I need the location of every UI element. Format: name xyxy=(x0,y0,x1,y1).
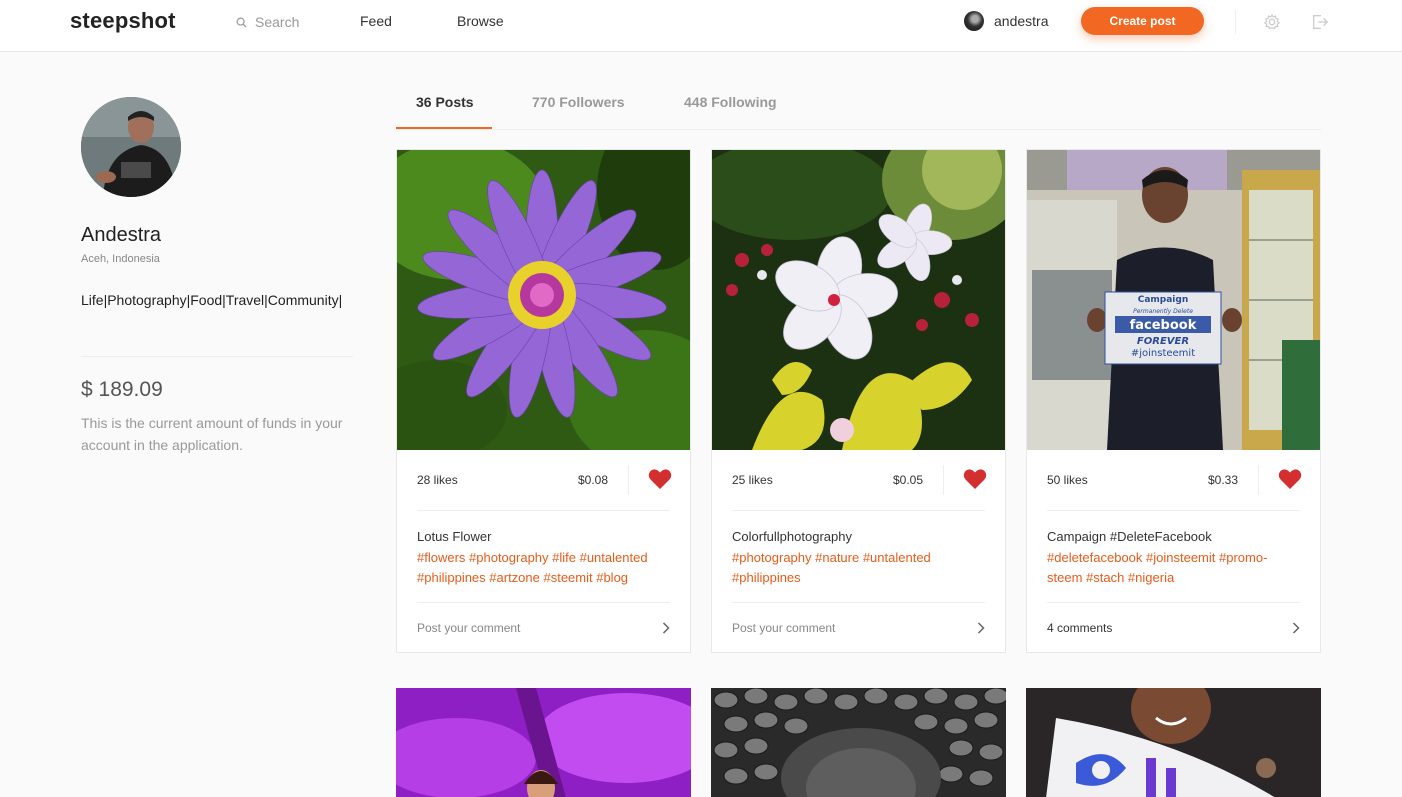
card-divider xyxy=(732,510,985,511)
tabs-divider xyxy=(396,129,1321,130)
post-image[interactable] xyxy=(711,688,1006,797)
post-image[interactable] xyxy=(397,150,690,450)
post-card: Campaign Permanently Delete facebook FOR… xyxy=(1026,149,1321,653)
post-image[interactable]: Campaign Permanently Delete facebook FOR… xyxy=(1027,150,1320,450)
app-logo[interactable]: steepshot xyxy=(70,8,176,34)
sign-line-5: #joinsteemit xyxy=(1131,348,1195,359)
nav-browse[interactable]: Browse xyxy=(457,13,504,29)
post-payout: $0.33 xyxy=(1207,473,1238,487)
sign-line-1: Campaign xyxy=(1138,295,1189,305)
card-divider xyxy=(732,602,985,603)
likes-count[interactable]: 25 likes xyxy=(732,473,773,487)
sign-line-2: Permanently Delete xyxy=(1133,308,1193,315)
comment-link[interactable]: Post your comment xyxy=(417,621,520,635)
logout-icon[interactable] xyxy=(1311,13,1329,31)
search-placeholder: Search xyxy=(255,14,300,30)
tab-posts[interactable]: 36 Posts xyxy=(416,94,474,110)
nav-feed[interactable]: Feed xyxy=(360,13,392,29)
search-icon xyxy=(236,17,247,28)
post-image[interactable] xyxy=(1026,688,1321,797)
profile-avatar xyxy=(81,97,181,197)
comment-link[interactable]: 4 comments xyxy=(1047,621,1112,635)
profile-bio: Life|Photography|Food|Travel|Community| xyxy=(81,292,343,308)
likes-count[interactable]: 50 likes xyxy=(1047,473,1088,487)
post-payout: $0.05 xyxy=(892,473,923,487)
wallet-balance: $ 189.09 xyxy=(81,378,163,401)
post-image[interactable] xyxy=(396,688,691,797)
post-tags[interactable]: #photography #nature #untalented #philip… xyxy=(732,548,987,588)
post-title[interactable]: Campaign #DeleteFacebook xyxy=(1047,529,1212,544)
likes-count[interactable]: 28 likes xyxy=(417,473,458,487)
card-divider xyxy=(417,510,670,511)
post-payout: $0.08 xyxy=(577,473,608,487)
chevron-right-icon[interactable] xyxy=(662,622,670,634)
search-box[interactable]: Search xyxy=(236,12,299,32)
sidebar-divider xyxy=(81,356,353,357)
tab-followers[interactable]: 770 Followers xyxy=(532,94,625,110)
gear-icon[interactable] xyxy=(1263,13,1281,31)
post-card: 25 likes $0.05 Colorfullphotography #pho… xyxy=(711,149,1006,653)
profile-name: Andestra xyxy=(81,224,162,246)
chevron-right-icon[interactable] xyxy=(977,622,985,634)
comment-link[interactable]: Post your comment xyxy=(732,621,835,635)
header-divider xyxy=(1235,10,1236,34)
heart-icon[interactable] xyxy=(648,468,672,490)
post-image[interactable] xyxy=(712,150,1005,450)
top-header: steepshot Search Feed Browse andestra Cr… xyxy=(0,0,1402,52)
user-avatar xyxy=(964,11,984,31)
chevron-right-icon[interactable] xyxy=(1292,622,1300,634)
post-tags[interactable]: #deletefacebook #joinsteemit #promo-stee… xyxy=(1047,548,1302,588)
sign-line-3: facebook xyxy=(1130,318,1197,333)
card-divider xyxy=(1258,465,1259,495)
card-divider xyxy=(943,465,944,495)
tab-following[interactable]: 448 Following xyxy=(684,94,777,110)
balance-description: This is the current amount of funds in y… xyxy=(81,415,343,453)
user-menu[interactable]: andestra xyxy=(964,11,1048,31)
profile-location: Aceh, Indonesia xyxy=(81,253,160,265)
post-tags[interactable]: #flowers #photography #life #untalented … xyxy=(417,548,672,588)
sign-line-4: FOREVER xyxy=(1137,336,1189,347)
post-title[interactable]: Lotus Flower xyxy=(417,529,491,544)
card-divider xyxy=(628,465,629,495)
heart-icon[interactable] xyxy=(1278,468,1302,490)
card-divider xyxy=(1047,602,1300,603)
post-card: 28 likes $0.08 Lotus Flower #flowers #ph… xyxy=(396,149,691,653)
create-post-button[interactable]: Create post xyxy=(1081,7,1204,35)
active-tab-indicator xyxy=(396,127,492,129)
card-divider xyxy=(417,602,670,603)
card-divider xyxy=(1047,510,1300,511)
post-title[interactable]: Colorfullphotography xyxy=(732,529,852,544)
heart-icon[interactable] xyxy=(963,468,987,490)
username: andestra xyxy=(994,13,1049,29)
